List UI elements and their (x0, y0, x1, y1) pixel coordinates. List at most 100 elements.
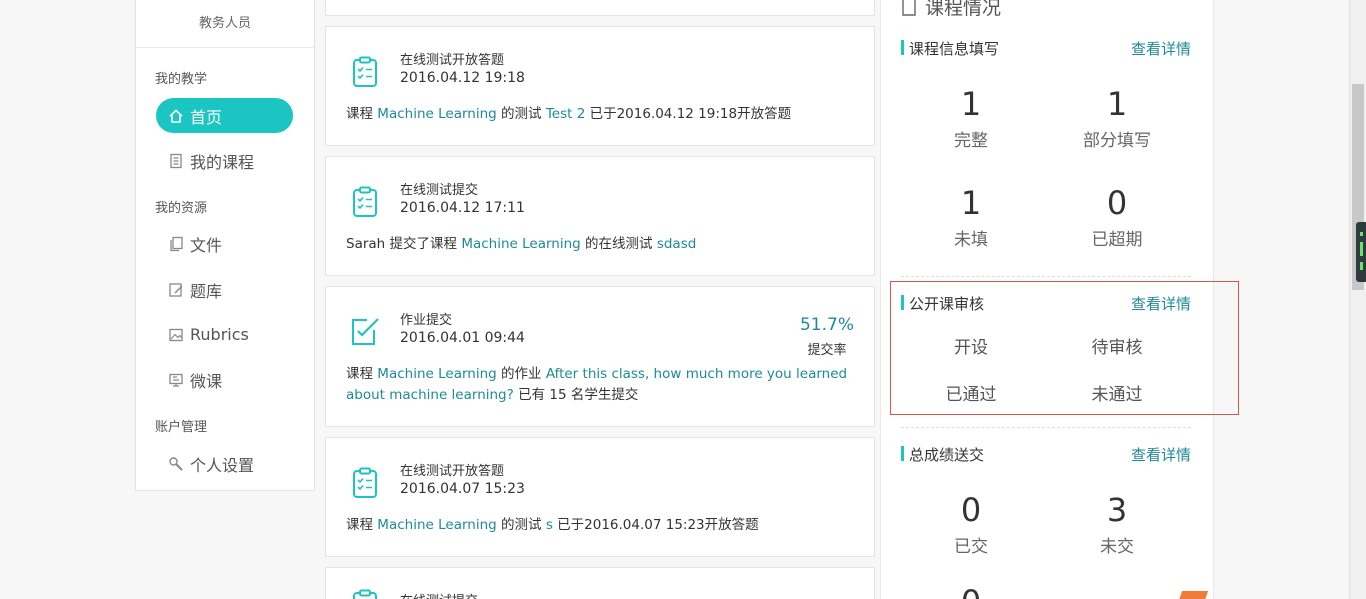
highlight-box (890, 281, 1239, 415)
feed-time: 2016.04.12 17:11 (400, 200, 525, 216)
sidebar-item-label: 我的课程 (190, 152, 255, 172)
sidebar: 教务人员 我的教学 首页 我的课程 我的资源 文件 题库 Rubrics 微课 … (135, 0, 315, 491)
section-title-resources: 我的资源 (155, 201, 208, 216)
course-link[interactable]: Machine Learning (461, 236, 580, 252)
stat-value: 0 (1106, 184, 1128, 222)
accent-bar (901, 446, 904, 461)
feed-card[interactable]: 在线测试提交 2016.04.12 17:11 Sarah 提交了课程 Mach… (325, 156, 875, 276)
home-icon (168, 108, 184, 124)
scrollbar[interactable] (1349, 0, 1366, 599)
course-link[interactable]: Machine Learning (377, 366, 496, 382)
feed-card[interactable]: 在线测试开放答题 2016.04.12 19:18 课程 Machine Lea… (325, 26, 875, 146)
feed-time: 2016.04.01 09:44 (400, 330, 525, 346)
stat-overdue[interactable]: 0 已超期 (1057, 185, 1177, 250)
sidebar-item-question-bank[interactable]: 题库 (156, 272, 293, 307)
stat-unfilled[interactable]: 1 未填 (911, 185, 1031, 250)
homework-edit-icon (348, 314, 382, 348)
stat-label: 已超期 (1091, 230, 1143, 250)
question-bank-icon (168, 282, 184, 298)
rate-label: 提交率 (807, 343, 847, 358)
feed-text: 已有 15 名学生提交 (513, 387, 639, 403)
panel-title: 课程情况 (901, 0, 1001, 20)
feed-body: 课程 Machine Learning 的测试 Test 2 已于2016.04… (346, 104, 854, 125)
stat-label: 部分填写 (1083, 131, 1151, 151)
feed-title: 在线测试开放答题 (400, 464, 505, 479)
feed-text: 已于2016.04.07 15:23开放答题 (552, 517, 759, 533)
clipboard-checklist-icon (348, 588, 382, 599)
indicator-bar (1360, 232, 1363, 236)
clipboard-checklist-icon (348, 466, 382, 500)
section-title: 课程信息填写 (909, 40, 1000, 58)
grades-header: 总成绩送交 查看详情 (901, 444, 1191, 464)
stat-value: 0 (911, 584, 1031, 599)
sidebar-item-my-courses[interactable]: 我的课程 (156, 143, 293, 178)
feed-card[interactable]: 作业提交 2016.04.01 09:44 51.7% 提交率 课程 Machi… (325, 286, 875, 427)
panel-title-text: 课程情况 (925, 0, 1002, 19)
view-details-link[interactable]: 查看详情 (1131, 38, 1191, 59)
stat-value: 1 (960, 85, 982, 123)
feed-text: 课程 (346, 366, 378, 382)
view-details-link[interactable]: 查看详情 (1131, 444, 1191, 465)
feed-text: Sarah 提交了课程 (346, 236, 462, 252)
course-link[interactable]: Machine Learning (377, 517, 496, 533)
feed-card[interactable]: 在线测试开放答题 2016.04.07 15:23 课程 Machine Lea… (325, 437, 875, 557)
stat-complete[interactable]: 1 完整 (911, 86, 1031, 151)
feed-body: Sarah 提交了课程 Machine Learning 的在线测试 sdasd (346, 234, 854, 255)
floating-widget[interactable] (1177, 591, 1209, 599)
sidebar-item-microlecture[interactable]: 微课 (156, 362, 293, 397)
indicator-bar (1360, 242, 1363, 256)
stat-submitted[interactable]: 0 已交 (911, 492, 1031, 557)
divider (136, 47, 314, 48)
course-info-header: 课程信息填写 查看详情 (901, 38, 1191, 58)
feed-title: 在线测试提交 (400, 590, 478, 599)
sidebar-item-rubrics[interactable]: Rubrics (156, 317, 293, 352)
stat-value: 0 (960, 491, 982, 529)
test-link[interactable]: s (546, 517, 553, 533)
section-title: 总成绩送交 (909, 446, 985, 464)
stat-value: 1 (1106, 85, 1128, 123)
clipboard-checklist-icon (348, 55, 382, 89)
feed-text: 已于2016.04.12 19:18开放答题 (585, 106, 792, 122)
user-role: 教务人员 (198, 16, 251, 31)
feed-text: 的测试 (496, 106, 546, 122)
feed-time: 2016.04.07 15:23 (400, 481, 525, 497)
course-link[interactable]: Machine Learning (377, 106, 496, 122)
sidebar-item-label: 个人设置 (190, 455, 255, 475)
sidebar-item-label: Rubrics (190, 325, 249, 344)
divider (901, 276, 1191, 277)
feed-title: 作业提交 (400, 313, 453, 328)
stat-not-submitted[interactable]: 3 未交 (1057, 492, 1177, 557)
sidebar-item-home[interactable]: 首页 (156, 98, 293, 133)
stat-label: 完整 (954, 131, 988, 151)
sidebar-item-label: 首页 (190, 107, 223, 127)
clipboard-checklist-icon (348, 185, 382, 219)
stat-label: 未填 (954, 230, 988, 250)
rate-value: 51.7% (799, 315, 854, 335)
feed-time: 2016.04.12 19:18 (400, 70, 525, 86)
submission-rate: 51.7% 提交率 (800, 315, 854, 358)
sidebar-item-label: 文件 (190, 235, 223, 255)
feed-body: 课程 Machine Learning 的作业 After this class… (346, 364, 854, 406)
stat-partial[interactable]: 1 部分填写 (1057, 86, 1177, 151)
feed-title: 在线测试开放答题 (400, 53, 505, 68)
sidebar-item-files[interactable]: 文件 (156, 226, 293, 261)
feed-text: 的作业 (496, 366, 546, 382)
test-link[interactable]: sdasd (657, 236, 696, 252)
test-link[interactable]: Test 2 (546, 106, 585, 122)
sidebar-item-label: 题库 (190, 281, 223, 301)
indicator-bar (1360, 262, 1363, 270)
stat-label: 已交 (954, 537, 988, 557)
stat-label: 未交 (1100, 537, 1134, 557)
clipboard-icon (901, 0, 917, 17)
divider (901, 427, 1191, 428)
microlecture-icon (168, 372, 184, 388)
feed-body: 课程 Machine Learning 的测试 s 已于2016.04.07 1… (346, 515, 854, 536)
feed-text: 的测试 (496, 517, 546, 533)
side-widget[interactable] (1356, 222, 1366, 282)
sidebar-item-settings[interactable]: 个人设置 (156, 446, 293, 481)
feed-card[interactable]: 在线测试提交 (325, 567, 875, 599)
stat-value: 3 (1106, 491, 1128, 529)
feed-title: 在线测试提交 (400, 183, 479, 198)
image-icon (168, 327, 184, 343)
stat-partial-row: 0 (911, 584, 1031, 599)
